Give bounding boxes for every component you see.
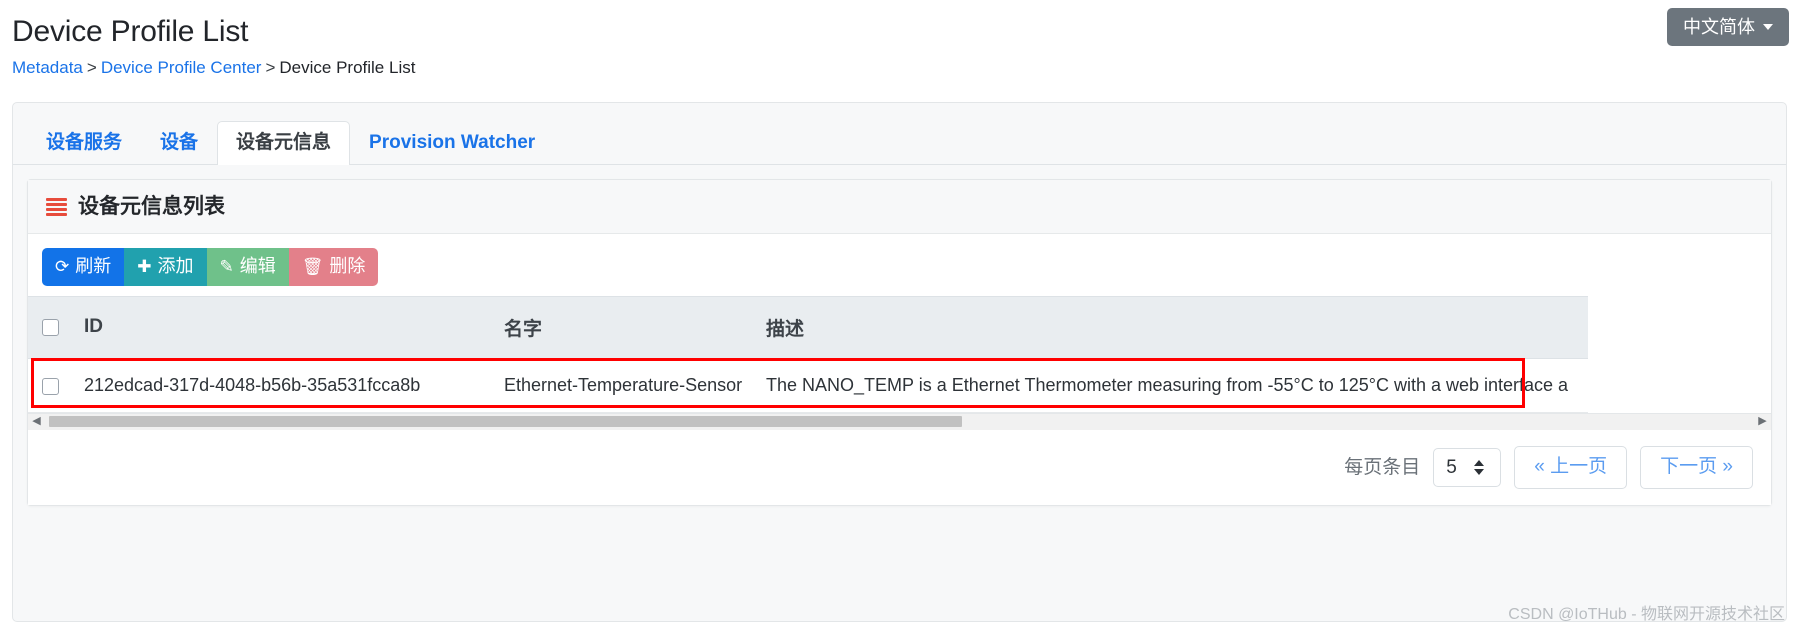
breadcrumb-item-device-profile-center[interactable]: Device Profile Center (101, 58, 262, 77)
tab-device-service[interactable]: 设备服务 (27, 121, 141, 165)
card-title: 设备元信息列表 (78, 195, 225, 218)
edit-button[interactable]: ✎ 编辑 (206, 248, 289, 286)
breadcrumb-separator-1: > (86, 58, 97, 77)
card-header: 设备元信息列表 (28, 180, 1771, 234)
watermark: CSDN @IoTHub - 物联网开源技术社区 (1508, 606, 1785, 623)
table-horizontal-scrollbar[interactable]: ◀ ▶ (28, 412, 1771, 430)
next-page-button[interactable]: 下一页 » (1640, 445, 1753, 489)
stepper-arrows-icon (1473, 459, 1484, 475)
row-select-checkbox[interactable] (42, 377, 59, 395)
table-body: 212edcad-317d-4048-b56b-35a531fcca8b Eth… (28, 358, 1588, 413)
table-header-description[interactable]: 描述 (756, 295, 1588, 359)
breadcrumb: Metadata > Device Profile Center > Device Pr… (12, 58, 1779, 78)
tab-bar: 设备服务 设备 设备元信息 Provision Watcher (13, 103, 1786, 165)
table-header-checkbox-cell (28, 295, 74, 359)
tab-device-profile[interactable]: 设备元信息 (217, 121, 351, 165)
per-page-label: 每页条目 (1344, 456, 1421, 478)
pagination-bar: 每页条目 5 « 上一页 下一页 » (28, 429, 1771, 505)
page-root: Device Profile List Metadata > Device Prof… (0, 0, 1799, 630)
table-header-row: ID 名字 描述 (28, 295, 1588, 359)
trash-icon: 🗑 (301, 257, 324, 277)
edit-icon: ✎ (219, 257, 234, 277)
row-cell-name: Ethernet-Temperature-Sensor (494, 358, 756, 413)
tab-provision-watcher[interactable]: Provision Watcher (350, 121, 554, 165)
scroll-left-arrow-icon[interactable]: ◀ (28, 416, 45, 427)
tab-panel: 设备服务 设备 设备元信息 Provision Watcher 设备元信息列表 … (12, 102, 1787, 622)
refresh-button[interactable]: ⟳ 刷新 (42, 248, 125, 286)
table-row[interactable]: 212edcad-317d-4048-b56b-35a531fcca8b Eth… (28, 358, 1588, 413)
per-page-select[interactable]: 5 (1433, 447, 1502, 487)
toolbar: ⟳ 刷新 ✚ 添加 ✎ 编辑 🗑 删除 (28, 234, 1771, 296)
per-page-value: 5 (1446, 456, 1457, 478)
breadcrumb-separator-2: > (265, 58, 276, 77)
device-profile-table: ID 名字 描述 212edcad-317d-4048-b56b-35a531f… (28, 295, 1588, 413)
select-all-checkbox[interactable] (42, 318, 59, 336)
add-button-label: 添加 (157, 256, 194, 276)
breadcrumb-item-metadata[interactable]: Metadata (12, 58, 83, 77)
scroll-right-arrow-icon[interactable]: ▶ (1754, 416, 1771, 427)
delete-button[interactable]: 🗑 删除 (288, 248, 379, 286)
toolbar-button-group: ⟳ 刷新 ✚ 添加 ✎ 编辑 🗑 删除 (42, 248, 379, 286)
list-icon (46, 198, 67, 216)
refresh-icon: ⟳ (55, 257, 70, 277)
breadcrumb-item-current: Device Profile List (279, 58, 416, 77)
edit-button-label: 编辑 (239, 256, 276, 276)
plus-icon: ✚ (137, 257, 152, 277)
delete-button-label: 删除 (329, 256, 366, 276)
caret-down-icon (1763, 24, 1773, 30)
device-profile-card: 设备元信息列表 ⟳ 刷新 ✚ 添加 ✎ 编辑 🗑 删除 ID 名字 描述 212… (27, 179, 1772, 506)
scrollbar-thumb[interactable] (49, 416, 962, 428)
tab-device[interactable]: 设备 (141, 121, 217, 165)
row-cell-description: The NANO_TEMP is a Ethernet Thermometer … (756, 358, 1588, 413)
page-title: Device Profile List (12, 15, 249, 48)
prev-page-button[interactable]: « 上一页 (1514, 445, 1628, 489)
language-selector-button[interactable]: 中文简体 (1667, 8, 1789, 46)
refresh-button-label: 刷新 (75, 256, 112, 276)
table-header-name[interactable]: 名字 (494, 295, 756, 359)
table-head: ID 名字 描述 (28, 295, 1588, 359)
table-scroll-container: ID 名字 描述 212edcad-317d-4048-b56b-35a531f… (28, 295, 1771, 413)
table-header-id[interactable]: ID (74, 295, 494, 359)
language-selector-label: 中文简体 (1683, 17, 1755, 37)
page-header: Device Profile List Metadata > Device Prof… (0, 0, 1799, 92)
row-checkbox-cell (28, 358, 74, 413)
row-cell-id: 212edcad-317d-4048-b56b-35a531fcca8b (74, 358, 494, 413)
scrollbar-track[interactable] (45, 416, 1754, 428)
add-button[interactable]: ✚ 添加 (124, 248, 207, 286)
